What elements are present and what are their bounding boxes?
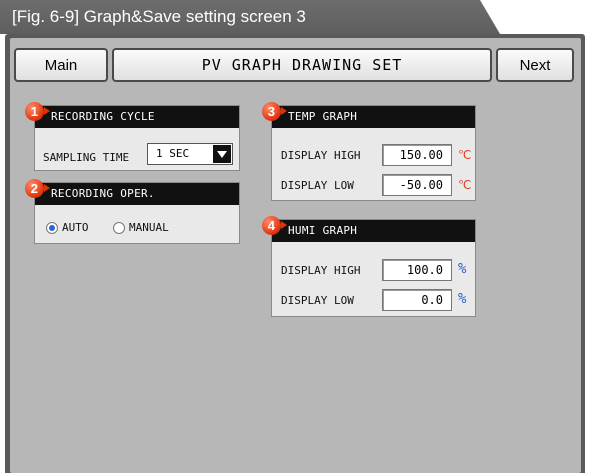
figure-caption: [Fig. 6-9] Graph&Save setting screen 3 [12, 7, 306, 26]
humi-display-low-label: DISPLAY LOW [281, 294, 354, 307]
temp-display-high-field[interactable]: 150.00 [382, 144, 452, 166]
auto-label[interactable]: AUTO [62, 221, 89, 234]
sampling-time-value: 1 SEC [156, 147, 190, 160]
humi-graph-panel: 4 HUMI GRAPH DISPLAY HIGH 100.0 % DISPLA… [262, 216, 476, 317]
temp-graph-header: 3 TEMP GRAPH [262, 102, 475, 128]
recording-oper-panel: 2 RECORDING OPER. AUTO MANUAL [25, 179, 240, 244]
percent-unit: % [458, 261, 467, 277]
number-badge-icon: 3 [262, 102, 287, 121]
temp-display-low-label: DISPLAY LOW [281, 179, 354, 192]
recording-oper-title: RECORDING OPER. [51, 187, 155, 200]
humi-display-low-field[interactable]: 0.0 [382, 289, 452, 311]
next-button[interactable]: Next [496, 48, 574, 82]
humi-display-high-label: DISPLAY HIGH [281, 264, 361, 277]
humi-graph-title: HUMI GRAPH [288, 224, 358, 237]
temp-display-low-field[interactable]: -50.00 [382, 174, 452, 196]
dropdown-arrow-icon[interactable] [213, 145, 231, 163]
percent-unit: % [458, 291, 467, 307]
recording-oper-header: 2 RECORDING OPER. [25, 179, 239, 205]
manual-radio[interactable] [113, 222, 125, 234]
number-badge-icon: 2 [25, 179, 50, 198]
humi-graph-header: 4 HUMI GRAPH [262, 216, 475, 242]
temp-graph-title: TEMP GRAPH [288, 110, 358, 123]
temp-graph-panel: 3 TEMP GRAPH DISPLAY HIGH 150.00 ℃ DISPL… [262, 102, 476, 201]
recording-cycle-panel: 1 RECORDING CYCLE SAMPLING TIME 1 SEC [25, 102, 240, 171]
temp-display-high-label: DISPLAY HIGH [281, 149, 361, 162]
auto-radio[interactable] [46, 222, 58, 234]
number-badge-icon: 1 [25, 102, 50, 121]
page-title: PV GRAPH DRAWING SET [112, 48, 492, 82]
number-badge-icon: 4 [262, 216, 287, 235]
celsius-unit: ℃ [458, 148, 472, 162]
main-button[interactable]: Main [14, 48, 108, 82]
figure-caption-tab: [Fig. 6-9] Graph&Save setting screen 3 [0, 0, 500, 34]
recording-cycle-title: RECORDING CYCLE [51, 110, 155, 123]
manual-label[interactable]: MANUAL [129, 221, 169, 234]
humi-display-high-field[interactable]: 100.0 [382, 259, 452, 281]
recording-cycle-header: 1 RECORDING CYCLE [25, 102, 239, 128]
sampling-time-label: SAMPLING TIME [43, 151, 130, 164]
screen: Main PV GRAPH DRAWING SET Next 1 RECORDI… [10, 38, 581, 473]
sampling-time-dropdown[interactable]: 1 SEC [147, 143, 233, 165]
celsius-unit: ℃ [458, 178, 472, 192]
